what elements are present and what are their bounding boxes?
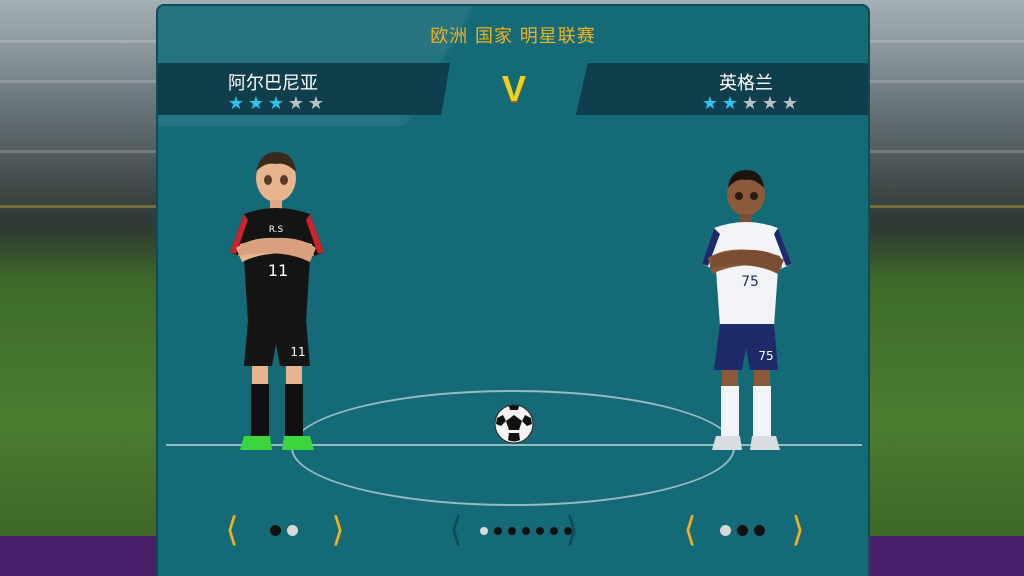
team-pager-dot[interactable]	[494, 527, 502, 535]
team-pager-dot[interactable]	[508, 527, 516, 535]
home-team-name: 阿尔巴尼亚	[228, 73, 318, 94]
star-icon: ★	[741, 93, 759, 114]
away-kit-pager-dot[interactable]	[737, 525, 748, 536]
home-team-rating: ★ ★ ★ ★ ★	[226, 95, 326, 113]
home-player: R.S 11 11	[230, 152, 324, 450]
star-icon: ★	[781, 93, 799, 114]
away-team-banner: 英格兰 ★ ★ ★ ★ ★	[576, 63, 868, 115]
pitch-side-board-right	[866, 536, 1024, 576]
chevron-right-icon: ⟩	[791, 510, 805, 550]
away-kit-pager	[720, 525, 765, 536]
pitch-side-board-left	[0, 536, 160, 576]
team-next-button[interactable]: ⟩	[560, 512, 584, 548]
away-kit-prev-button[interactable]: ⟨	[678, 512, 702, 548]
home-shorts-number: 11	[290, 345, 305, 359]
away-shorts-number: 75	[758, 349, 773, 363]
home-kit-pager-dot[interactable]	[287, 525, 298, 536]
team-pager-dot[interactable]	[550, 527, 558, 535]
star-icon: ★	[307, 93, 325, 114]
star-icon: ★	[247, 93, 265, 114]
star-icon: ★	[721, 93, 739, 114]
chevron-right-icon: ⟩	[565, 510, 579, 550]
home-shirt-chest-text: R.S	[269, 225, 284, 235]
team-pager-dot[interactable]	[522, 527, 530, 535]
team-pager	[480, 527, 572, 535]
home-kit-next-button[interactable]: ⟩	[326, 512, 350, 548]
chevron-left-icon: ⟨	[449, 510, 463, 550]
team-pager-dot[interactable]	[536, 527, 544, 535]
versus-label: V	[501, 68, 526, 109]
chevron-left-icon: ⟨	[683, 510, 697, 550]
chevron-left-icon: ⟨	[225, 510, 239, 550]
league-title: 欧洲 国家 明星联赛	[430, 26, 596, 47]
star-icon: ★	[701, 93, 719, 114]
soccer-ball	[494, 404, 534, 444]
away-shirt-number: 75	[741, 274, 759, 290]
home-shirt-number: 11	[268, 261, 288, 280]
away-kit-pager-dot[interactable]	[754, 525, 765, 536]
home-kit-pager	[270, 525, 298, 536]
home-kit-pager-dot[interactable]	[270, 525, 281, 536]
star-icon: ★	[761, 93, 779, 114]
star-icon: ★	[227, 93, 245, 114]
team-pager-dot[interactable]	[480, 527, 488, 535]
home-team-banner: 阿尔巴尼亚 ★ ★ ★ ★ ★	[158, 63, 450, 115]
away-team-name: 英格兰	[719, 73, 773, 94]
away-player: 75 75	[702, 170, 792, 450]
away-kit-pager-dot[interactable]	[720, 525, 731, 536]
away-team-rating: ★ ★ ★ ★ ★	[700, 95, 800, 113]
away-kit-next-button[interactable]: ⟩	[786, 512, 810, 548]
star-icon: ★	[267, 93, 285, 114]
star-icon: ★	[287, 93, 305, 114]
chevron-right-icon: ⟩	[331, 510, 345, 550]
team-select-panel: 欧洲 国家 明星联赛 阿尔巴尼亚 ★ ★ ★ ★ ★ V 英格兰 ★ ★ ★ ★ ★ R.S 1…	[156, 4, 870, 576]
home-kit-prev-button[interactable]: ⟨	[220, 512, 244, 548]
team-prev-button[interactable]: ⟨	[444, 512, 468, 548]
